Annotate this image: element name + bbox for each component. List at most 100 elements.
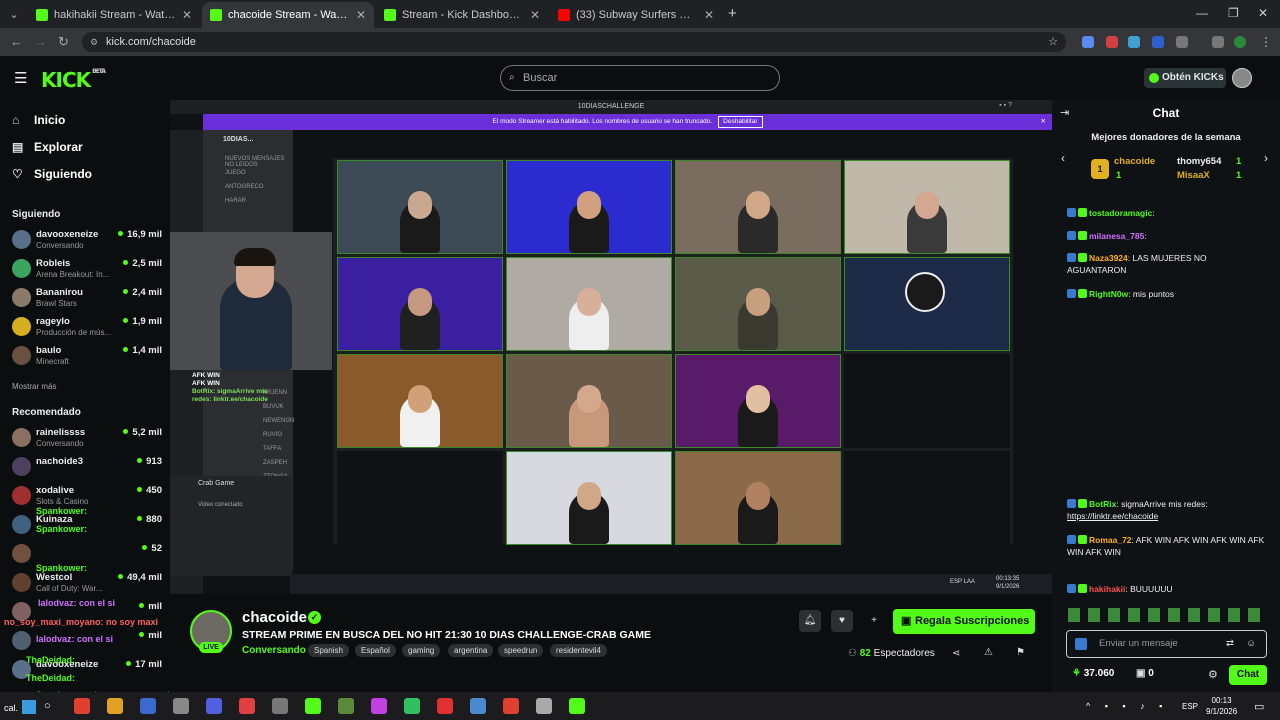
sidebar-channel[interactable]: baulo Minecraft 1,4 mil bbox=[12, 344, 162, 370]
get-kicks-button[interactable]: Obtén KICKs bbox=[1144, 68, 1226, 88]
emote-picker-icon[interactable]: ☺ bbox=[1246, 631, 1256, 657]
new-tab-button[interactable]: + bbox=[728, 2, 737, 28]
sidebar-channel[interactable]: Robleis Arena Breakout: In... 2,5 mil bbox=[12, 257, 162, 283]
extension-icon[interactable] bbox=[1082, 36, 1094, 48]
extension-icon[interactable] bbox=[1152, 36, 1164, 48]
maximize-icon[interactable]: ❐ bbox=[1228, 6, 1239, 20]
sidebar-item-inicio[interactable]: ⌂ Inicio bbox=[12, 113, 65, 127]
back-icon[interactable]: ← bbox=[10, 34, 23, 49]
chat-username[interactable]: hakihakii bbox=[1089, 584, 1125, 594]
windows-start-icon[interactable] bbox=[22, 700, 36, 714]
tab-search-icon[interactable]: ⌄ bbox=[0, 2, 28, 28]
taskbar-app-icon[interactable] bbox=[206, 698, 222, 714]
banner-close-icon[interactable]: ✕ bbox=[1041, 114, 1046, 130]
taskbar-app-icon[interactable] bbox=[173, 698, 189, 714]
follow-heart-button[interactable]: ♥ bbox=[831, 610, 853, 632]
chat-link[interactable]: https://linktr.ee/chacoide bbox=[1067, 511, 1158, 521]
search-input[interactable]: ⌕ Buscar bbox=[500, 65, 780, 91]
extension-icon[interactable] bbox=[1128, 36, 1140, 48]
forward-icon[interactable]: → bbox=[34, 34, 47, 49]
taskbar-app-icon[interactable] bbox=[74, 698, 90, 714]
reading-list-icon[interactable] bbox=[1212, 36, 1224, 48]
taskbar-app-icon[interactable] bbox=[536, 698, 552, 714]
site-info-icon[interactable]: ⚙ bbox=[90, 32, 98, 52]
taskbar-app-icon[interactable] bbox=[239, 698, 255, 714]
tab-close-icon[interactable]: ✕ bbox=[704, 8, 714, 22]
chat-username[interactable]: BotRix bbox=[1089, 499, 1116, 509]
stream-tag[interactable]: Spanish bbox=[308, 644, 349, 657]
share-icon[interactable]: ⋖ bbox=[952, 648, 960, 659]
user-avatar[interactable] bbox=[1232, 68, 1252, 88]
chat-username[interactable]: Romaa_72 bbox=[1089, 535, 1132, 545]
taskbar-app-icon[interactable] bbox=[470, 698, 486, 714]
chat-username[interactable]: milanesa_785 bbox=[1089, 231, 1144, 241]
donor-1-name[interactable]: chacoide bbox=[1114, 156, 1155, 167]
notification-bell-button[interactable]: 🔔︎ bbox=[799, 610, 821, 632]
channel-points[interactable]: ⚘ 37.060 bbox=[1072, 668, 1114, 679]
taskbar-app-icon[interactable] bbox=[503, 698, 519, 714]
browser-menu-icon[interactable]: ⋮ bbox=[1260, 36, 1272, 48]
sidebar-channel[interactable]: rainelissss Conversando 5,2 mil bbox=[12, 426, 162, 452]
sidebar-channel[interactable]: Bananirou Brawl Stars 2,4 mil bbox=[12, 286, 162, 312]
notification-icon[interactable]: ▭ bbox=[1254, 700, 1264, 713]
disable-streamer-mode-button[interactable]: Deshabilitar bbox=[718, 116, 763, 128]
taskbar-app-icon[interactable] bbox=[437, 698, 453, 714]
close-window-icon[interactable]: ✕ bbox=[1258, 6, 1268, 20]
donors-next-icon[interactable]: › bbox=[1264, 151, 1268, 165]
stream-tag[interactable]: speedrun bbox=[498, 644, 544, 657]
taskbar-app-icon[interactable] bbox=[305, 698, 321, 714]
browser-tab[interactable]: hakihakii Stream - Watch Live o ✕ bbox=[28, 2, 200, 28]
translate-icon[interactable]: ⇄ bbox=[1226, 631, 1234, 657]
browser-tab[interactable]: (33) Subway Surfers Gamplay ✕ bbox=[550, 2, 722, 28]
gift-subscriptions-button[interactable]: ▣ Regala Suscripciones bbox=[893, 609, 1035, 634]
extension-icon[interactable] bbox=[1106, 36, 1118, 48]
kick-logo[interactable]: KICK BETA bbox=[41, 68, 106, 92]
tab-close-icon[interactable]: ✕ bbox=[530, 8, 540, 22]
taskbar-app-icon[interactable] bbox=[107, 698, 123, 714]
chat-message-input[interactable]: Enviar un mensaje ☺ ⇄ bbox=[1066, 630, 1267, 658]
sidebar-channel[interactable]: davooxeneize Conversando 16,9 mil bbox=[12, 228, 162, 254]
chat-username[interactable]: RightN0w bbox=[1089, 289, 1128, 299]
minimize-icon[interactable]: — bbox=[1196, 6, 1208, 20]
sidebar-item-explorar[interactable]: ▤ Explorar bbox=[12, 140, 83, 154]
taskbar-app-icon[interactable] bbox=[338, 698, 354, 714]
browser-tab[interactable]: chacoide Stream - Watch L ✕ bbox=[202, 2, 374, 28]
clip-icon[interactable]: ⚑ bbox=[1016, 647, 1025, 658]
reload-icon[interactable]: ↻ bbox=[58, 34, 69, 50]
drops-count[interactable]: ▣ 0 bbox=[1136, 668, 1154, 679]
taskbar-app-icon[interactable] bbox=[404, 698, 420, 714]
taskbar-language[interactable]: ESP bbox=[1182, 702, 1198, 711]
stream-tag[interactable]: residentevil4 bbox=[550, 644, 607, 657]
add-button[interactable]: + bbox=[863, 610, 885, 632]
chat-username[interactable]: Naza3924 bbox=[1089, 253, 1128, 263]
sidebar-channel[interactable]: rageylo Producción de mús... 1,9 mil bbox=[12, 315, 162, 341]
taskbar-search-icon[interactable]: ○ bbox=[44, 700, 51, 712]
sidebar-item-siguiendo[interactable]: ♡ Siguiendo bbox=[12, 167, 92, 181]
streamer-name[interactable]: chacoide bbox=[242, 609, 307, 626]
show-more-link[interactable]: Mostrar más bbox=[12, 382, 56, 391]
chat-settings-icon[interactable]: ⚙ bbox=[1208, 668, 1218, 681]
donor-3-name[interactable]: MisaaX bbox=[1177, 170, 1210, 181]
video-player[interactable]: 10DIASCHALLENGE ▪ ▪ ? El modo Streamer e… bbox=[170, 100, 1052, 594]
sidebar-channel[interactable]: nachoide3 913 bbox=[12, 455, 162, 481]
report-icon[interactable]: ⚠ bbox=[984, 647, 993, 658]
bookmark-star-icon[interactable]: ☆ bbox=[1048, 32, 1058, 52]
tab-close-icon[interactable]: ✕ bbox=[182, 8, 192, 22]
hamburger-menu-icon[interactable]: ☰ bbox=[14, 69, 27, 87]
chat-username[interactable]: tostadoramagic bbox=[1089, 208, 1152, 218]
donors-prev-icon[interactable]: ‹ bbox=[1061, 151, 1065, 165]
taskbar-app-icon[interactable] bbox=[371, 698, 387, 714]
taskbar-clock[interactable]: 00:13 9/1/2026 bbox=[1206, 695, 1237, 717]
profile-avatar[interactable] bbox=[1234, 36, 1246, 48]
stream-tag[interactable]: argentina bbox=[448, 644, 494, 657]
stream-tag[interactable]: gaming bbox=[402, 644, 441, 657]
url-field[interactable]: ⚙ kick.com/chacoide ☆ bbox=[82, 32, 1066, 52]
browser-tab[interactable]: Stream - Kick Dashboard ✕ bbox=[376, 2, 548, 28]
sidebar-channel[interactable]: Westcol Call of Duty: War... 49,4 mil bbox=[12, 571, 162, 597]
extensions-puzzle-icon[interactable] bbox=[1176, 36, 1188, 48]
tab-close-icon[interactable]: ✕ bbox=[356, 8, 366, 22]
taskbar-app-icon[interactable] bbox=[569, 698, 585, 714]
send-chat-button[interactable]: Chat bbox=[1229, 665, 1267, 685]
taskbar-app-icon[interactable] bbox=[272, 698, 288, 714]
stream-tag[interactable]: Español bbox=[355, 644, 396, 657]
